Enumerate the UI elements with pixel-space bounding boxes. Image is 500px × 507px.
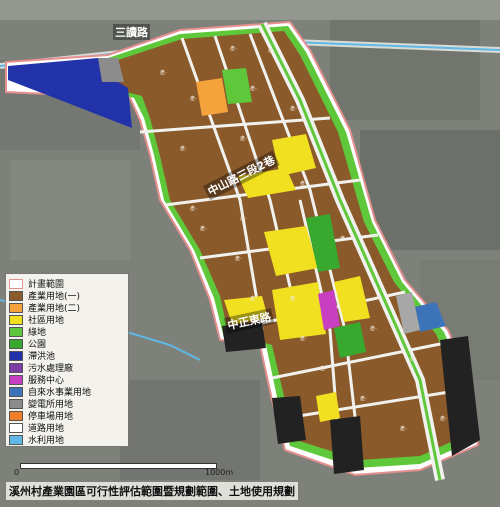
- map-legend: 計畫範圍 產業用地(一) 產業用地(二) 社區用地 綠地 公園 滯洪池 污水處理廠 服務中心 自來…: [5, 273, 129, 447]
- legend-swatch: [9, 326, 23, 337]
- parcel-tag: 產-: [235, 255, 242, 262]
- legend-item: 停車場用地: [9, 410, 73, 422]
- parcel-tag: 產-: [160, 69, 167, 76]
- legend-item: 自來水事業用地: [9, 386, 91, 398]
- parcel-tag: 產-: [300, 180, 307, 187]
- legend-item: 道路用地: [9, 422, 64, 434]
- parcel-tag: 產-: [290, 105, 297, 112]
- legend-item: 變電所用地: [9, 398, 73, 410]
- legend-item: 產業用地(二): [9, 302, 80, 314]
- community-zone-g: [316, 392, 340, 422]
- legend-item: 服務中心: [9, 374, 64, 386]
- scale-bar: [20, 463, 217, 469]
- parcel-tag: 產-: [410, 355, 417, 362]
- parcel-tag: 產-: [440, 415, 447, 422]
- parcel-tag: 產-: [250, 295, 257, 302]
- parcel-tag: 產-: [268, 47, 275, 54]
- parcel-tag: 產-: [290, 295, 297, 302]
- legend-swatch: [9, 386, 23, 397]
- map-figure: 產- 產- 產- 產- 產- 產- 產- 產- 產- 產- 產- 產- 產- 產- 產- 產- 產- 產- 產- 產-…: [0, 0, 500, 507]
- legend-swatch: [9, 350, 23, 361]
- parcel-tag: 產-: [300, 335, 307, 342]
- legend-swatch: [9, 398, 23, 409]
- legend-swatch: [9, 290, 23, 301]
- parcel-tag: 產-: [370, 325, 377, 332]
- legend-label: 水利用地: [28, 436, 65, 446]
- legend-swatch: [9, 422, 23, 433]
- community-zone-e: [272, 282, 326, 340]
- scale-label-zero: 0: [14, 468, 20, 477]
- map-caption: 溪州村產業園區可行性評估範圍暨規劃範圍、土地使用規劃: [6, 482, 298, 500]
- road-label-top: 三讀路: [113, 24, 150, 40]
- dark-parcel-d: [330, 416, 364, 474]
- legend-item: 公園: [9, 338, 46, 350]
- parcel-tag: 產-: [340, 235, 347, 242]
- parcel-tag: 產-: [190, 95, 197, 102]
- scale-label-end: 1000m: [205, 468, 234, 477]
- legend-item: 綠地: [9, 326, 46, 338]
- parcel-tag: 產-: [320, 365, 327, 372]
- parcel-tag: 產-: [250, 85, 257, 92]
- legend-swatch: [9, 362, 23, 373]
- legend-swatch: [9, 278, 23, 289]
- legend-swatch: [9, 314, 23, 325]
- legend-swatch: [9, 434, 23, 445]
- legend-item: 水利用地: [9, 434, 65, 446]
- dark-parcel-b: [272, 396, 306, 444]
- parcel-tag: 產-: [200, 225, 207, 232]
- parcel-tag: 產-: [400, 425, 407, 432]
- parcel-tag: 產-: [230, 45, 237, 52]
- parcel-tag: 產-: [240, 215, 247, 222]
- legend-item: 滯洪池: [9, 350, 55, 362]
- parcel-tag: 產-: [240, 135, 247, 142]
- legend-item: 產業用地(一): [9, 290, 80, 302]
- parcel-tag: 產-: [360, 395, 367, 402]
- legend-item: 計畫範圍: [9, 278, 64, 290]
- legend-swatch: [9, 374, 23, 385]
- legend-swatch: [9, 410, 23, 421]
- legend-swatch: [9, 302, 23, 313]
- parcel-tag: 產-: [190, 205, 197, 212]
- legend-item: 社區用地: [9, 314, 64, 326]
- legend-item: 污水處理廠: [9, 362, 73, 374]
- legend-swatch: [9, 338, 23, 349]
- parcel-tag: 產-: [180, 145, 187, 152]
